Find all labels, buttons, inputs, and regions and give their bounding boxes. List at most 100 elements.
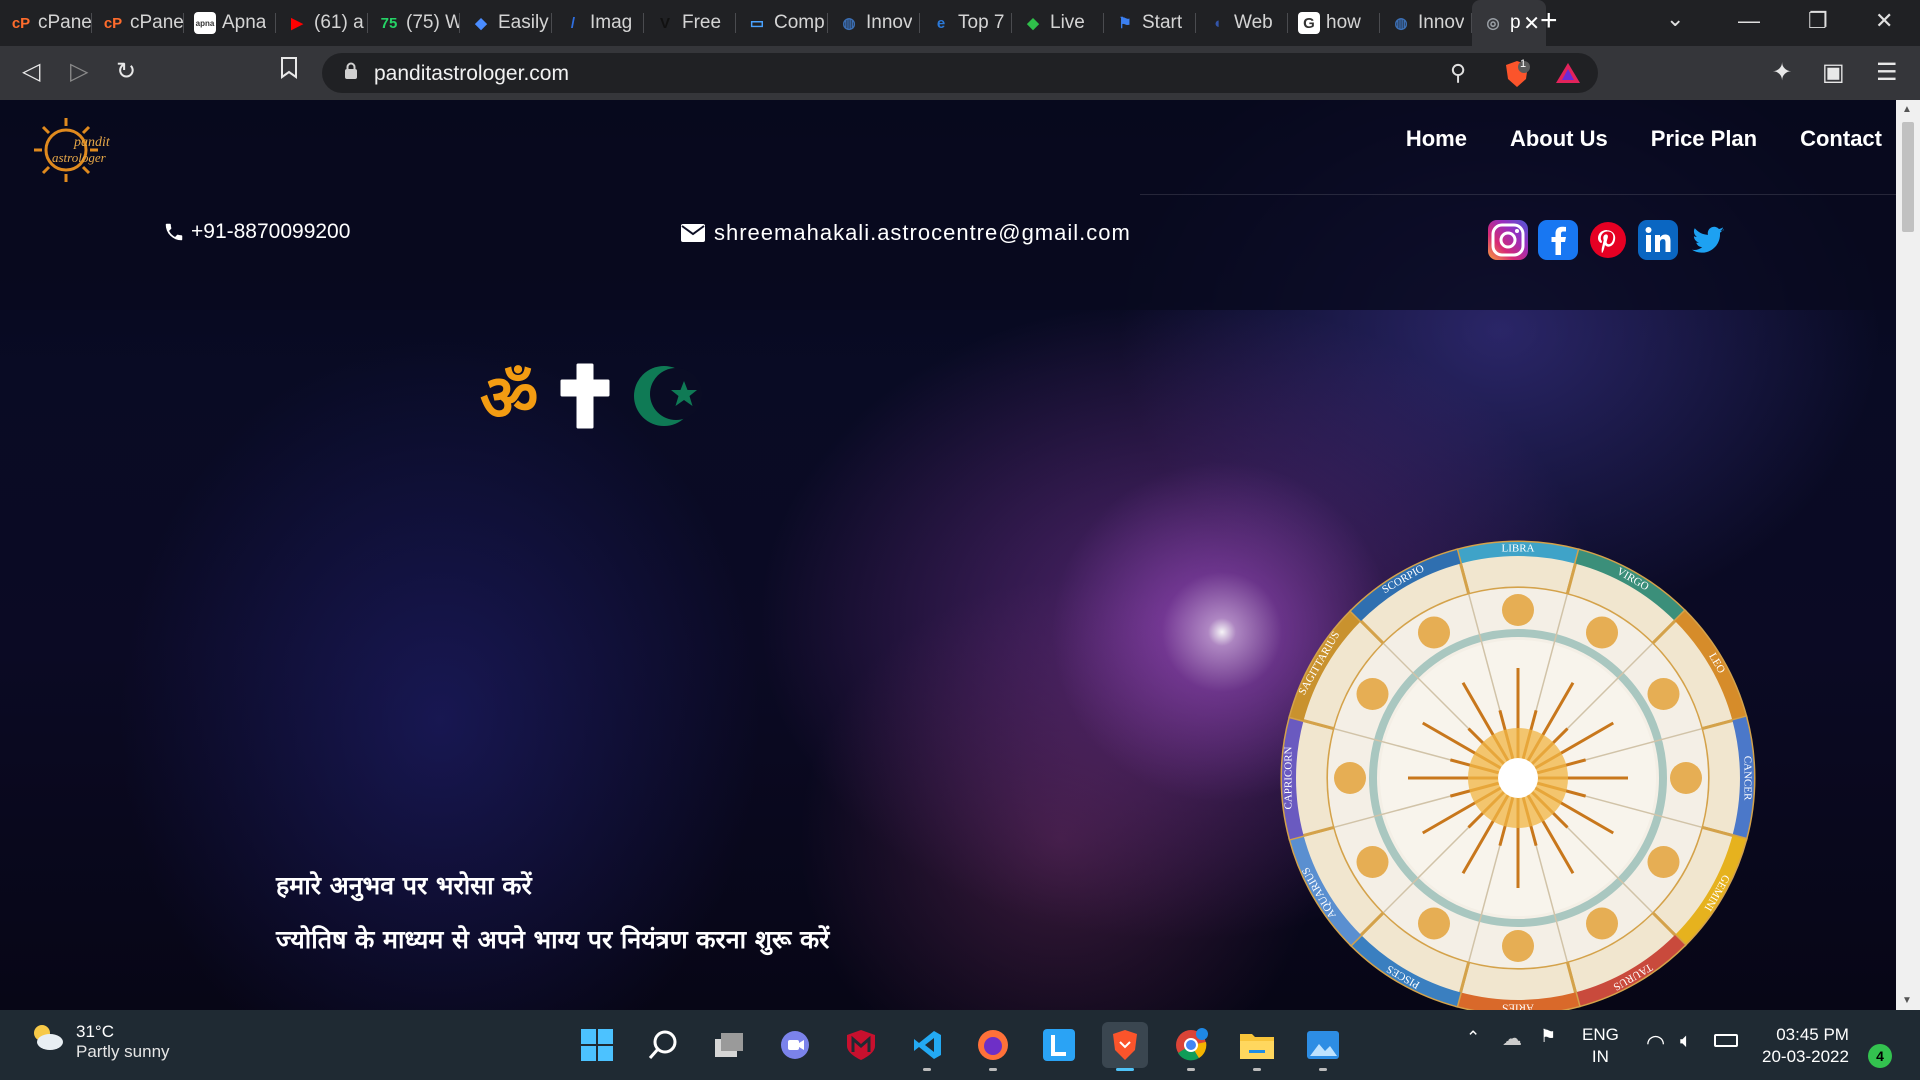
browser-tab[interactable]: ▭ Comp (736, 0, 828, 46)
browser-tab[interactable]: ◖ Web (1196, 0, 1288, 46)
browser-tab[interactable]: V Free (644, 0, 736, 46)
running-indicator (923, 1068, 931, 1071)
running-indicator (1187, 1068, 1195, 1071)
tab-label: Imag (590, 12, 633, 33)
chrome-button[interactable] (1168, 1022, 1214, 1071)
diamond-icon: ◆ (1027, 15, 1039, 32)
browser-tab[interactable]: ◆ Live (1012, 0, 1104, 46)
scroll-up-icon[interactable]: ▲ (1902, 104, 1912, 115)
browser-tab[interactable]: e Top 7 (920, 0, 1012, 46)
globe-icon: ◍ (1394, 15, 1408, 32)
shield-count: 1 (1520, 58, 1527, 70)
tray-app-icon[interactable]: ⚑ (1540, 1026, 1556, 1047)
browser-tab[interactable]: 75 (75) W (368, 0, 460, 46)
browser-tab[interactable]: ◍ Innov (828, 0, 920, 46)
social-links (1488, 220, 1728, 260)
start-button[interactable] (574, 1022, 620, 1068)
browser-tab[interactable]: / Imag (552, 0, 644, 46)
wallet-icon[interactable]: ▣ (1822, 58, 1845, 87)
url-text: panditastrologer.com (374, 62, 569, 85)
brave-shields-icon[interactable]: 1 (1502, 58, 1532, 94)
brave-rewards-icon[interactable] (1555, 61, 1581, 90)
tab-label: Free (682, 12, 722, 33)
web-icon: ◖ (1212, 14, 1222, 32)
task-view-button[interactable] (706, 1022, 752, 1068)
teams-chat-button[interactable] (772, 1022, 818, 1068)
nav-home[interactable]: Home (1406, 126, 1467, 152)
vscode-button[interactable] (904, 1022, 950, 1071)
phone-number: +91-8870099200 (191, 220, 351, 243)
address-bar[interactable]: panditastrologer.com ⚲ 1 (322, 53, 1598, 93)
nav-contact[interactable]: Contact (1800, 126, 1882, 152)
pinterest-icon[interactable] (1588, 220, 1628, 260)
whatsapp-icon: 75 (380, 14, 398, 32)
close-window-button[interactable]: ✕ (1875, 8, 1893, 34)
reload-button[interactable]: ↻ (116, 57, 136, 86)
nav-about-us[interactable]: About Us (1510, 126, 1608, 152)
browser-tab[interactable]: ⚑ Start (1104, 0, 1196, 46)
browser-tab[interactable]: Ghow (1288, 0, 1380, 46)
firefox-button[interactable] (970, 1022, 1016, 1071)
close-tab-icon[interactable]: ✕ (1523, 11, 1540, 36)
tab-label: Apna (222, 12, 267, 33)
v-icon: V (659, 14, 670, 32)
cpanel-icon: cP (11, 14, 31, 32)
onedrive-icon[interactable]: ☁ (1502, 1026, 1522, 1051)
linkedin-icon[interactable] (1638, 220, 1678, 260)
zoom-icon[interactable]: ⚲ (1450, 60, 1466, 86)
new-tab-button[interactable]: + (1540, 4, 1558, 38)
web-page: pandit astrologer Home About Us Price Pl… (0, 100, 1896, 1010)
menu-icon[interactable]: ☰ (1876, 58, 1898, 87)
photos-button[interactable] (1300, 1022, 1346, 1071)
minimize-button[interactable]: — (1738, 8, 1760, 34)
volume-icon[interactable]: 🔈︎ (1680, 1030, 1692, 1053)
browser-toolbar: ◁ ▷ ↻ panditastrologer.com ⚲ 1 ✦ ▣ ☰ (0, 46, 1920, 100)
back-button[interactable]: ◁ (22, 57, 40, 86)
browser-tab[interactable]: apna Apna (184, 0, 276, 46)
scroll-thumb[interactable] (1902, 122, 1914, 232)
browser-tab[interactable]: cP cPane (92, 0, 184, 46)
hero-tagline-1: हमारे अनुभव पर भरोसा करें (276, 871, 532, 900)
extensions-icon[interactable]: ✦ (1772, 58, 1792, 87)
email-contact[interactable]: shreemahakali.astrocentre@gmail.com (681, 220, 1131, 246)
mcafee-button[interactable] (838, 1022, 884, 1068)
scroll-down-icon[interactable]: ▼ (1902, 995, 1912, 1006)
tab-search-chevron-icon[interactable]: ⌄ (1666, 6, 1684, 32)
clock[interactable]: 03:45 PM 20-03-2022 (1762, 1024, 1849, 1068)
browser-tab[interactable]: cP cPane (0, 0, 92, 46)
restore-button[interactable]: ❐ (1808, 8, 1828, 34)
battery-icon[interactable] (1714, 1034, 1738, 1047)
tab-label: Easily (498, 12, 549, 33)
browser-tab[interactable]: ◆ Easily (460, 0, 552, 46)
l-app-button[interactable] (1036, 1022, 1082, 1068)
search-button[interactable] (640, 1022, 686, 1068)
brave-button[interactable] (1102, 1022, 1148, 1071)
browser-tab[interactable]: ▶ (61) a (276, 0, 368, 46)
facebook-icon[interactable] (1538, 220, 1578, 260)
site-logo[interactable]: pandit astrologer (28, 114, 128, 184)
chevron-up-icon[interactable]: ⌃ (1466, 1028, 1480, 1048)
forward-button[interactable]: ▷ (70, 57, 88, 86)
windows-taskbar: 31°C Partly sunny ⌃ ☁ ⚑ ENG IN ◠ 🔈︎ 03:4… (0, 1010, 1920, 1080)
phone-icon (165, 223, 183, 241)
folder-icon (1240, 1034, 1274, 1059)
clock-date: 20-03-2022 (1762, 1047, 1849, 1066)
notification-badge[interactable]: 4 (1868, 1044, 1892, 1068)
wifi-icon[interactable]: ◠ (1646, 1030, 1665, 1056)
weather-widget[interactable]: 31°C Partly sunny (30, 1022, 170, 1062)
tab-strip: cP cPane cP cPane apna Apna ▶ (61) a 75 (75) W ◆ Ea… (0, 0, 1920, 46)
image-tool-icon: / (570, 14, 576, 32)
language-indicator[interactable]: ENG IN (1582, 1024, 1619, 1068)
tab-label: Start (1142, 12, 1183, 33)
phone-contact[interactable]: +91-8870099200 (163, 220, 350, 244)
twitter-icon[interactable] (1688, 220, 1728, 260)
nav-price-plan[interactable]: Price Plan (1651, 126, 1757, 152)
page-scrollbar[interactable]: ▲ ▼ (1896, 100, 1920, 1010)
bookmark-icon[interactable] (280, 57, 298, 86)
gem-icon: ◆ (475, 15, 487, 32)
tab-active[interactable]: ◎ p ✕ (1472, 0, 1546, 46)
instagram-icon[interactable] (1488, 220, 1528, 260)
browser-tab[interactable]: ◍ Innov (1380, 0, 1472, 46)
file-explorer-button[interactable] (1234, 1022, 1280, 1071)
nav-divider (1140, 194, 1896, 195)
